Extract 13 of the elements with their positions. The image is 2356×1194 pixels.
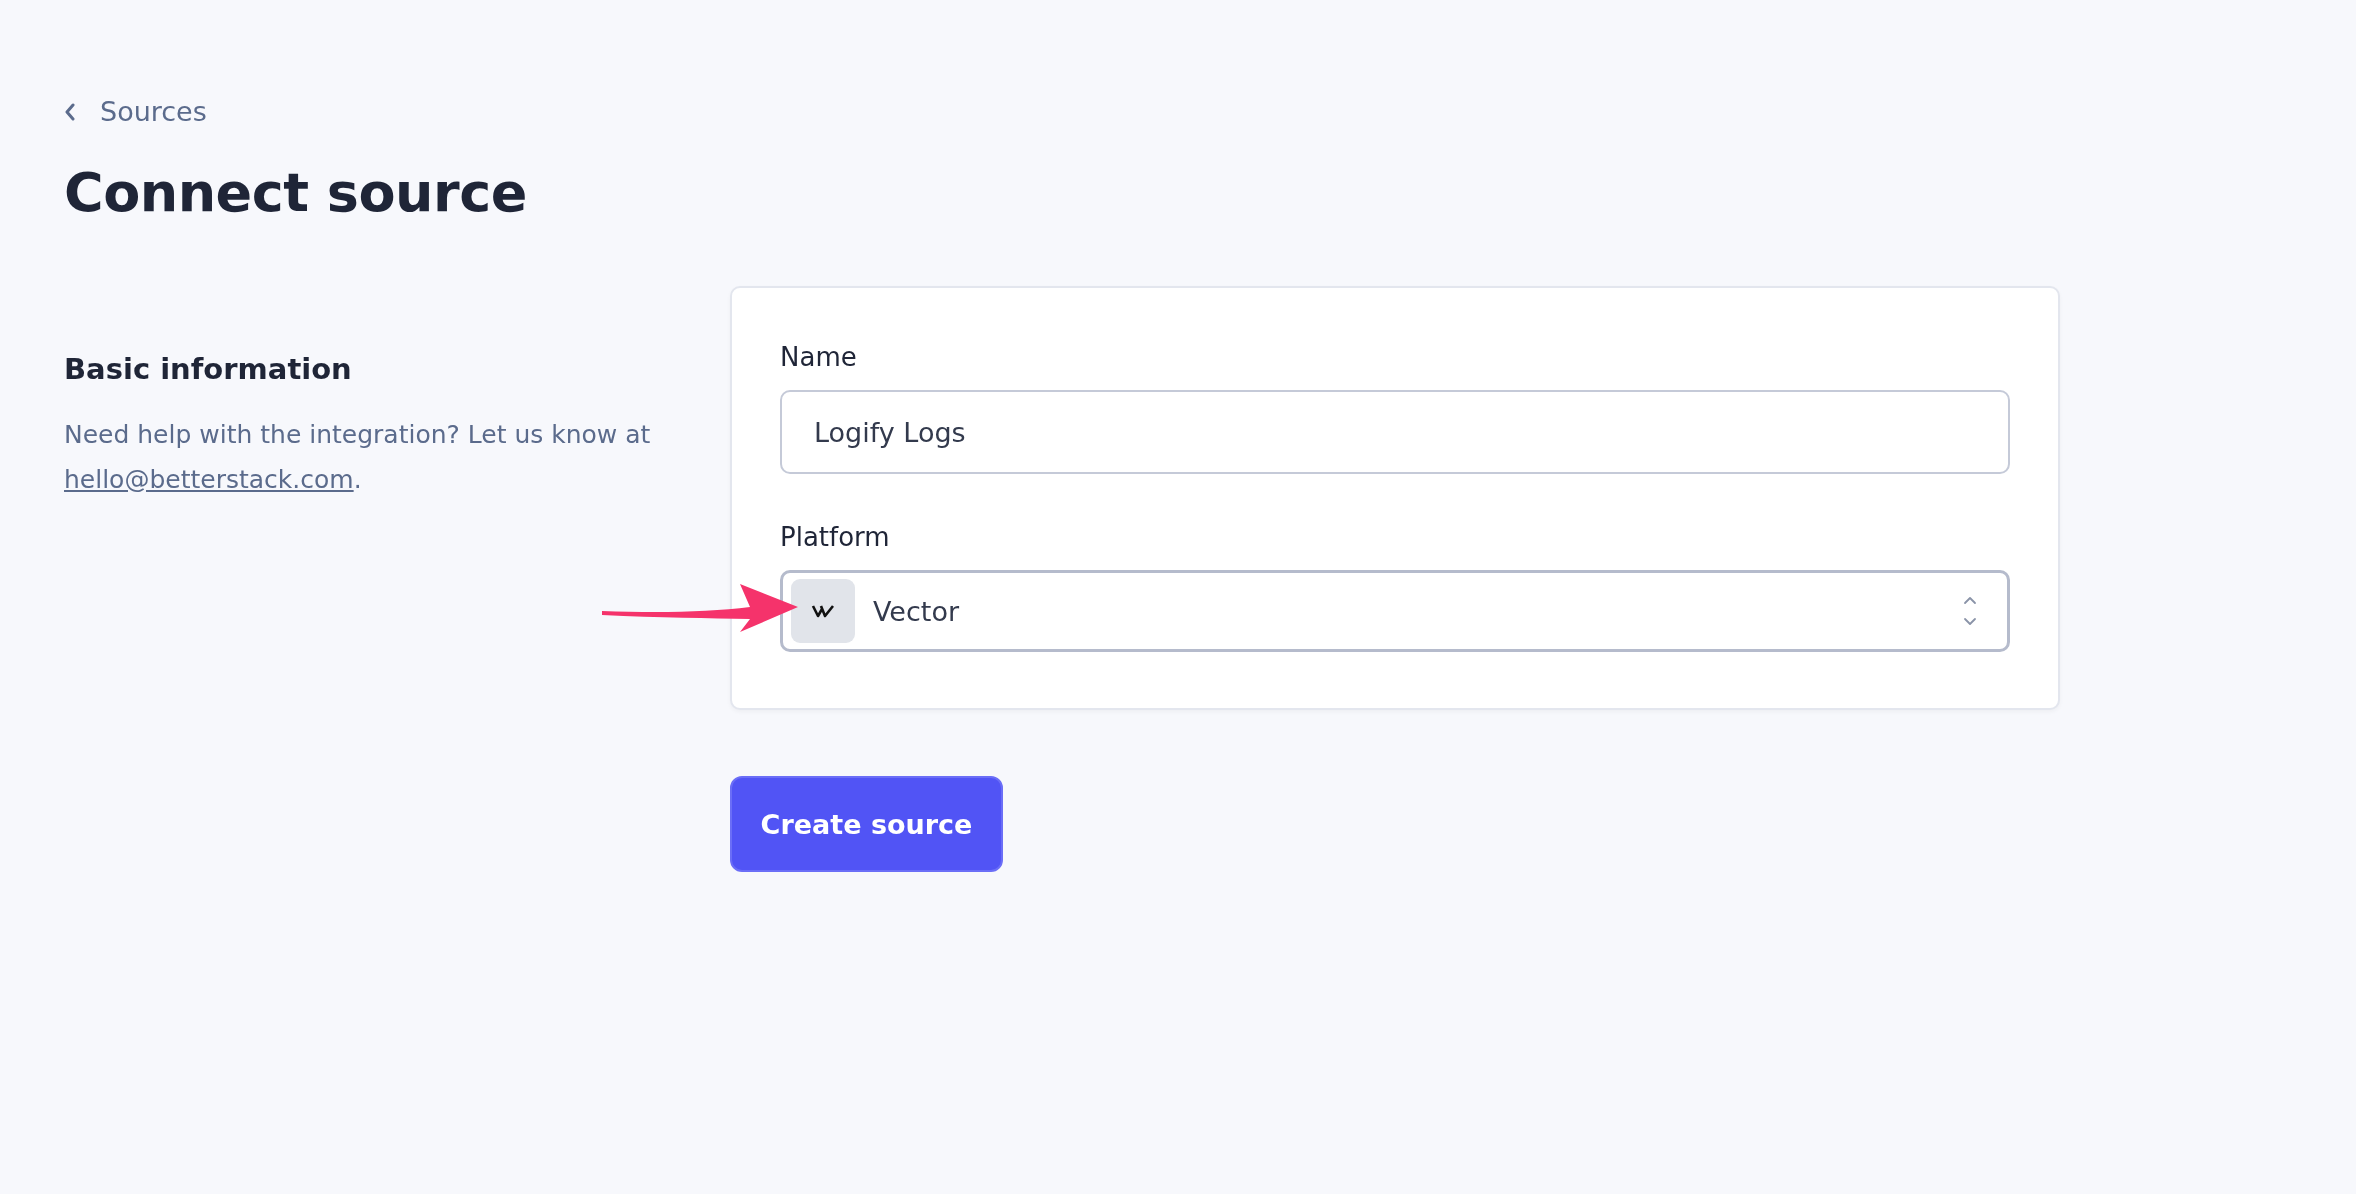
page-title: Connect source — [64, 161, 528, 224]
section-heading: Basic information — [64, 352, 353, 386]
up-down-chevron-icon — [1963, 595, 1977, 627]
logo-icon — [791, 579, 855, 643]
email-link[interactable]: hello@betterstack.com — [64, 465, 354, 494]
help-text: Need help with the integration? Let us know at hello@betterstack.com. — [64, 419, 652, 496]
chevron-left-icon — [64, 102, 76, 121]
field-label: Name — [780, 342, 858, 372]
field-label: Platform — [780, 522, 891, 552]
back-link[interactable]: Sources — [64, 96, 2356, 127]
create-source-button[interactable]: Create source — [730, 776, 1003, 872]
platform-select[interactable]: Vector — [780, 570, 2010, 652]
name-input[interactable]: Logify Logs — [780, 390, 2010, 474]
